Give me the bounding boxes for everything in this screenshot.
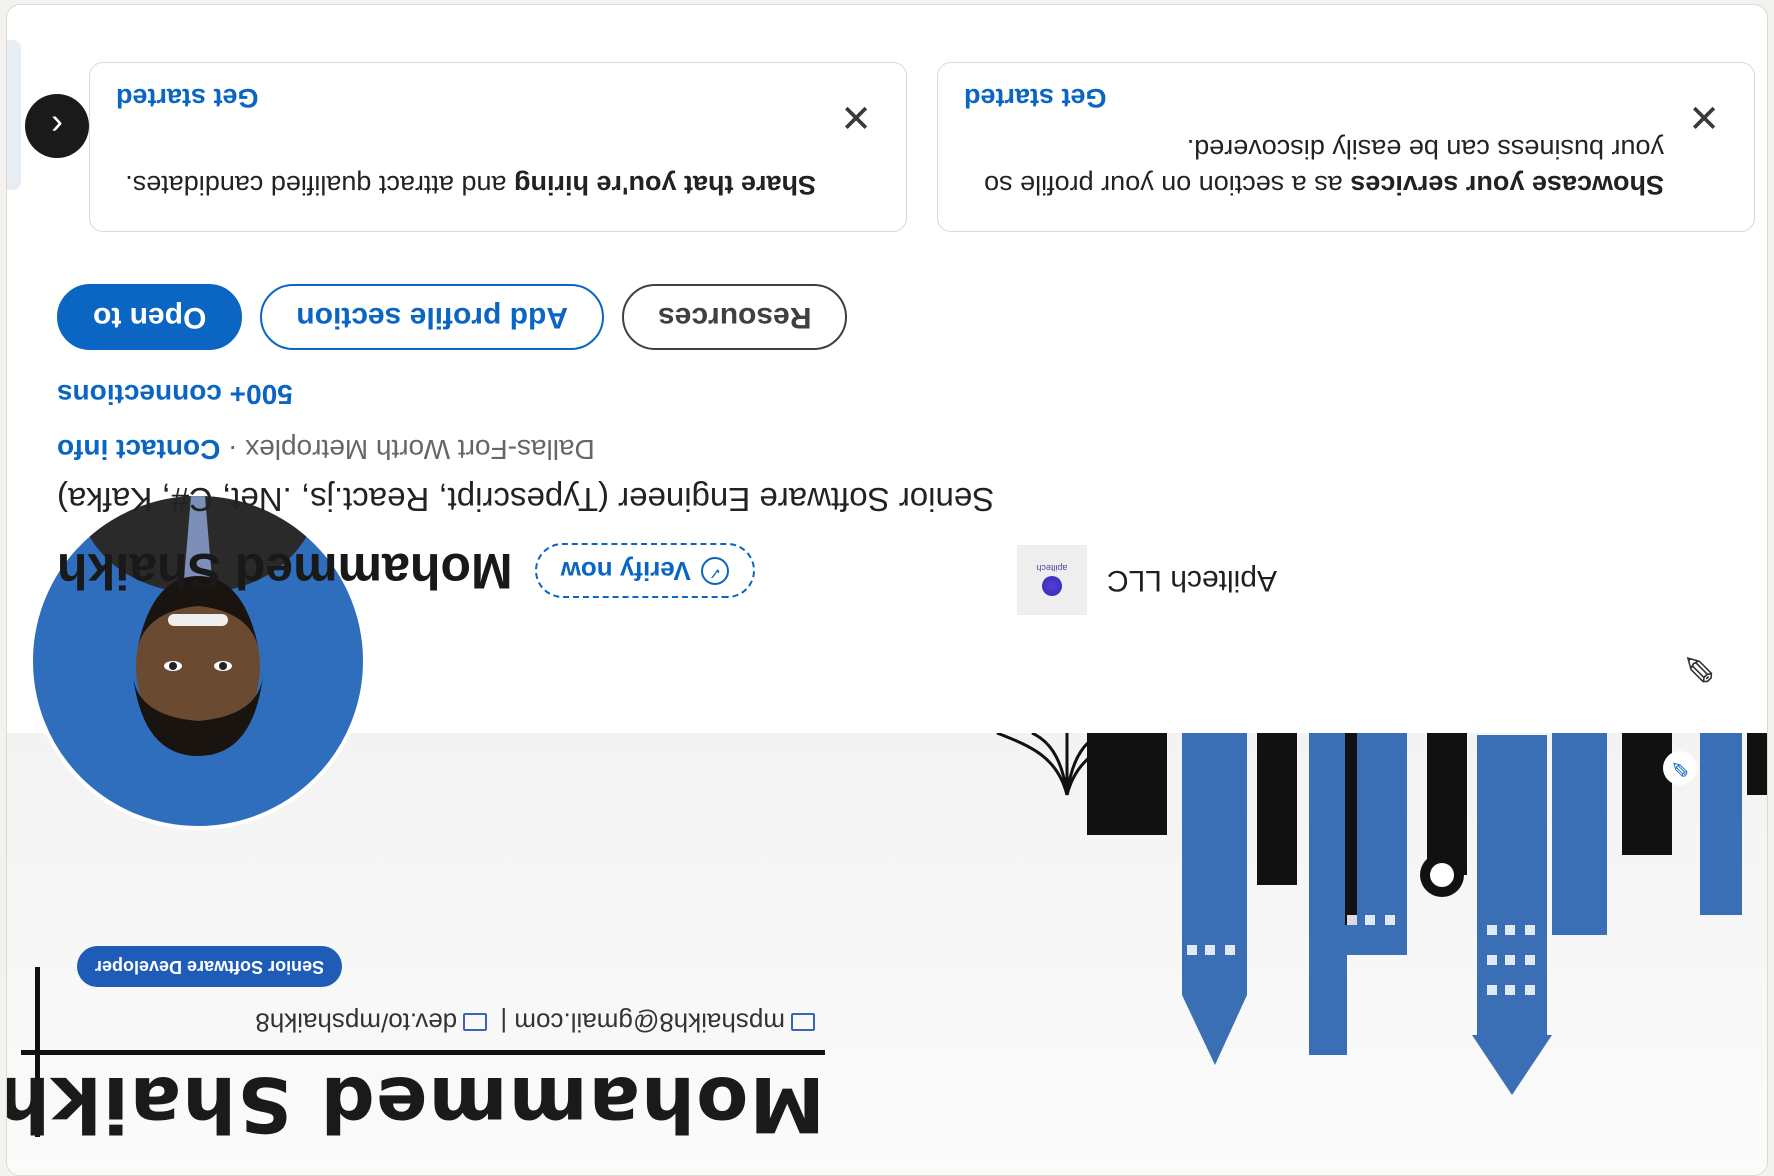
promo-body: and attract qualified candidates. — [125, 170, 515, 200]
pencil-icon: ✎ — [1682, 645, 1716, 689]
close-icon[interactable]: ✕ — [840, 95, 872, 137]
verify-now-button[interactable]: Verify now — [534, 543, 755, 599]
banner-title-block: Mohammed Shaikh mpshaikh8@gmail.com | de… — [7, 935, 857, 1155]
name-row: Mohammed Shaikh Verify now — [57, 542, 755, 600]
close-icon[interactable]: ✕ — [1688, 95, 1720, 137]
connections-link[interactable]: 500+ connections — [57, 378, 293, 410]
pencil-icon: ✎ — [1670, 756, 1690, 781]
banner-email: mpshaikh8@gmail.com — [514, 1007, 785, 1038]
profile-location: Dallas-Fort Worth Metroplex — [245, 434, 595, 465]
edit-banner-button[interactable]: ✎ — [1663, 751, 1697, 785]
carousel-prev-button[interactable]: ‹ — [25, 94, 89, 158]
promo-card-services: Showcase your services as a section on y… — [937, 62, 1755, 232]
verify-label: Verify now — [560, 556, 691, 587]
chevron-left-icon: ‹ — [51, 106, 63, 147]
banner-name: Mohammed Shaikh — [7, 1060, 825, 1149]
email-icon — [791, 1012, 815, 1031]
banner-underline — [21, 1050, 825, 1055]
get-started-link[interactable]: Get started — [116, 82, 259, 113]
location-separator: · — [228, 434, 238, 465]
promo-bold: Share that you're hiring — [514, 170, 816, 200]
banner-website: dev.to/mpshaikh8 — [255, 1007, 458, 1038]
edit-intro-button[interactable]: ✎ — [1671, 639, 1727, 695]
skyline-illustration — [996, 733, 1767, 1095]
promo-bold: Showcase your services — [1350, 170, 1664, 200]
location-row: Dallas-Fort Worth Metroplex · Contact in… — [57, 433, 595, 465]
add-profile-section-button[interactable]: Add profile section — [260, 284, 605, 350]
promo-text: Share that you're hiring and attract qua… — [116, 167, 816, 203]
shield-check-icon — [700, 557, 729, 585]
web-icon — [463, 1012, 488, 1031]
profile-name: Mohammed Shaikh — [57, 543, 513, 599]
profile-card: Mohammed Shaikh mpshaikh8@gmail.com | de… — [6, 4, 1768, 1176]
promo-card-hiring: Share that you're hiring and attract qua… — [89, 62, 907, 232]
open-to-button[interactable]: Open to — [57, 284, 243, 350]
banner-role-tag: Senior Software Developer — [77, 946, 343, 987]
profile-headline: Senior Software Engineer (Typescript, Re… — [57, 481, 995, 518]
get-started-link[interactable]: Get started — [964, 82, 1107, 113]
contact-info-link[interactable]: Contact info — [57, 434, 220, 465]
profile-actions: Open to Add profile section Resources — [57, 284, 848, 350]
promo-text: Showcase your services as a section on y… — [964, 131, 1664, 203]
banner-separator: | — [500, 1007, 508, 1038]
banner-contacts: mpshaikh8@gmail.com | dev.to/mpshaikh8 — [255, 1006, 821, 1039]
resources-button[interactable]: Resources — [622, 284, 848, 350]
carousel-rail — [7, 40, 21, 190]
